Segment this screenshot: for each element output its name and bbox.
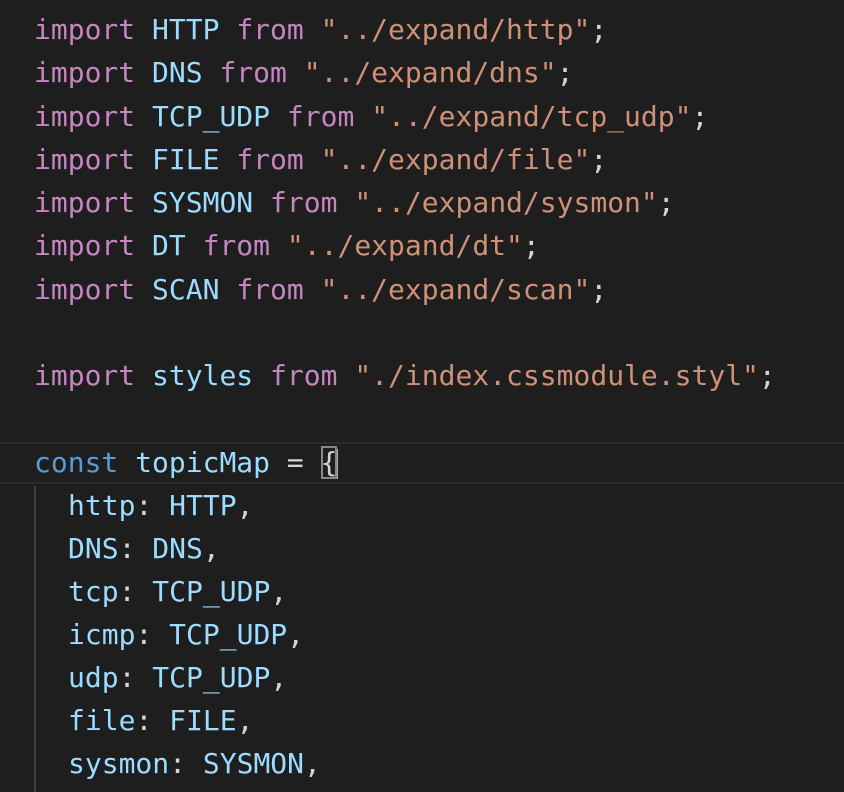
entry-value: DNS — [152, 532, 203, 565]
import-path: "../expand/http" — [320, 13, 591, 46]
entry-key: tcp — [68, 575, 119, 608]
code-line-entry[interactable]: file: FILE, — [68, 699, 253, 742]
code-line-import-scan[interactable]: import SCAN from "../expand/scan"; — [34, 268, 607, 311]
import-path: "../expand/dns" — [303, 56, 557, 89]
semicolon: ; — [758, 359, 776, 392]
import-keyword: import — [34, 186, 136, 219]
semicolon: ; — [590, 13, 608, 46]
semicolon: ; — [590, 273, 608, 306]
import-name: HTTP — [152, 13, 220, 46]
import-name: DNS — [152, 56, 203, 89]
import-keyword: import — [34, 56, 136, 89]
code-line-entry[interactable]: sysmon: SYSMON, — [68, 742, 321, 785]
import-path: "../expand/tcp_udp" — [371, 100, 692, 133]
from-keyword: from — [236, 13, 304, 46]
code-line-import-sysmon[interactable]: import SYSMON from "../expand/sysmon"; — [34, 181, 675, 224]
semicolon: ; — [691, 100, 709, 133]
import-keyword: import — [34, 143, 136, 176]
entry-key: udp — [68, 661, 119, 694]
import-name: FILE — [152, 143, 220, 176]
entry-key: icmp — [68, 618, 136, 651]
import-path: "../expand/file" — [320, 143, 591, 176]
import-name: DT — [152, 229, 186, 262]
import-path: "../expand/dt" — [286, 229, 523, 262]
from-keyword: from — [202, 229, 271, 262]
entry-value: TCP_UDP — [152, 575, 271, 608]
entry-value: SYSMON — [202, 747, 305, 780]
const-keyword: const — [34, 446, 119, 479]
from-keyword: from — [286, 100, 355, 133]
import-keyword: import — [34, 273, 136, 306]
import-path: "../expand/sysmon" — [354, 186, 658, 219]
code-line-const-topicmap[interactable]: const topicMap = { — [34, 441, 339, 484]
entry-value: TCP_UDP — [169, 618, 288, 651]
import-keyword: import — [34, 359, 136, 392]
import-keyword: import — [34, 100, 136, 133]
entry-value: HTTP — [169, 489, 237, 522]
code-line-import-dt[interactable]: import DT from "../expand/dt"; — [34, 224, 540, 267]
text-cursor — [336, 449, 339, 479]
code-line-entry[interactable]: udp: TCP_UDP, — [68, 656, 287, 699]
from-keyword: from — [219, 56, 287, 89]
entry-value: TCP_UDP — [152, 661, 271, 694]
import-path: "../expand/scan" — [320, 273, 591, 306]
entry-key: file — [68, 704, 136, 737]
code-line-import-http[interactable]: import HTTP from "../expand/http"; — [34, 8, 607, 51]
const-name: topicMap — [135, 446, 271, 479]
import-path: "./index.cssmodule.styl" — [354, 359, 759, 392]
indent-guide — [34, 486, 36, 792]
semicolon: ; — [657, 186, 675, 219]
code-line-entry[interactable]: tcp: TCP_UDP, — [68, 570, 287, 613]
code-line-import-styles[interactable]: import styles from "./index.cssmodule.st… — [34, 354, 776, 397]
semicolon: ; — [590, 143, 608, 176]
from-keyword: from — [236, 143, 304, 176]
entry-key: http — [68, 489, 136, 522]
semicolon: ; — [556, 56, 574, 89]
from-keyword: from — [270, 359, 338, 392]
code-line-entry[interactable]: http: HTTP, — [68, 484, 253, 527]
import-keyword: import — [34, 229, 136, 262]
code-line-import-dns[interactable]: import DNS from "../expand/dns"; — [34, 51, 573, 94]
code-line-import-file[interactable]: import FILE from "../expand/file"; — [34, 138, 607, 181]
code-line-entry[interactable]: DNS: DNS, — [68, 527, 220, 570]
entry-key: DNS — [68, 532, 119, 565]
import-keyword: import — [34, 13, 136, 46]
code-line-entry[interactable]: icmp: TCP_UDP, — [68, 613, 304, 656]
matched-brace: { — [320, 446, 338, 479]
import-name: SCAN — [152, 273, 220, 306]
code-editor[interactable]: import HTTP from "../expand/http"; impor… — [0, 0, 844, 792]
from-keyword: from — [236, 273, 304, 306]
code-line-import-tcp-udp[interactable]: import TCP_UDP from "../expand/tcp_udp"; — [34, 95, 708, 138]
from-keyword: from — [270, 186, 338, 219]
semicolon: ; — [522, 229, 540, 262]
import-name: styles — [152, 359, 254, 392]
import-name: TCP_UDP — [152, 100, 271, 133]
entry-value: FILE — [169, 704, 237, 737]
entry-key: sysmon — [68, 747, 170, 780]
assign-operator: = — [286, 446, 304, 479]
import-name: SYSMON — [152, 186, 254, 219]
